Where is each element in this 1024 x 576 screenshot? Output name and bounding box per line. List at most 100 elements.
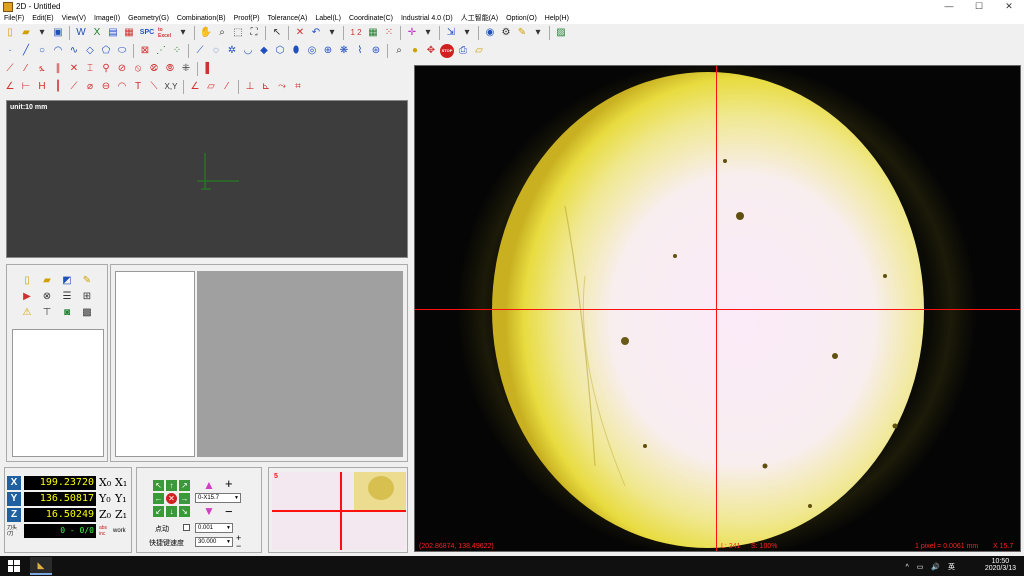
crosshair-icon[interactable]: ✛ — [405, 26, 419, 40]
save-icon[interactable]: ▣ — [51, 26, 65, 40]
windows-start-icon[interactable] — [8, 560, 20, 572]
preview-image[interactable]: 5 — [272, 472, 406, 550]
slope-icon[interactable]: ⁄ — [220, 80, 234, 94]
arrow-up-left-icon[interactable]: ↖ — [153, 480, 164, 491]
dropdown-icon[interactable]: ▾ — [421, 26, 435, 40]
open-element-icon[interactable]: ▰ — [39, 275, 55, 289]
horizontal-dim-icon[interactable]: ⊢ — [19, 80, 33, 94]
pointer-icon[interactable]: ↖ — [270, 26, 284, 40]
globe-icon[interactable]: ◉ — [483, 26, 497, 40]
line-distance-icon[interactable]: ⁄ — [19, 62, 33, 76]
edge-scan-icon[interactable]: ⊛ — [369, 44, 383, 58]
auto-focus-icon[interactable]: ◎ — [305, 44, 319, 58]
width-icon[interactable]: ⌶ — [83, 62, 97, 76]
menu-view[interactable]: View(V) — [58, 13, 90, 24]
dropdown-icon[interactable]: ▾ — [531, 26, 545, 40]
vertical-dim-icon[interactable]: ┃ — [51, 80, 65, 94]
slot-icon[interactable]: ⬭ — [115, 44, 129, 58]
cad-canvas[interactable]: unit:10 mm — [6, 100, 408, 258]
new-file-icon[interactable]: ▯ — [3, 26, 17, 40]
stop-motion-icon[interactable]: ✕ — [166, 493, 177, 504]
dropdown-icon[interactable]: ▾ — [35, 26, 49, 40]
menu-option[interactable]: Option(O) — [502, 13, 541, 24]
menu-ai[interactable]: 人工智能(A) — [457, 13, 502, 24]
arc-edge-icon[interactable]: ◡ — [241, 44, 255, 58]
brush-icon[interactable]: ✎ — [79, 275, 95, 289]
menu-coordinate[interactable]: Coordinate(C) — [345, 13, 397, 24]
system-tray[interactable]: ^ ▭ 🔊 英 — [906, 562, 958, 572]
angle-icon[interactable]: ∠ — [3, 80, 17, 94]
zoom-out-button[interactable]: − — [225, 504, 233, 519]
line-icon[interactable]: ╱ — [19, 44, 33, 58]
x-zero-button[interactable]: X₀ — [99, 476, 113, 489]
menu-industrial[interactable]: Industrial 4.0 (D) — [397, 13, 457, 24]
spc-button[interactable]: SPC — [138, 26, 156, 40]
work-button[interactable]: work — [113, 528, 126, 534]
dropdown-icon[interactable]: ▾ — [176, 26, 190, 40]
fit-view-icon[interactable]: ⛶ — [247, 26, 261, 40]
angle-tolerance-icon[interactable]: ∠ — [188, 80, 202, 94]
zoom-select[interactable]: 0-X15.7 — [195, 493, 241, 503]
close-button[interactable]: ✕ — [994, 0, 1024, 13]
image-export-icon[interactable]: ▤ — [106, 26, 120, 40]
taskbar-app-icon[interactable]: ◣ — [30, 557, 52, 575]
export-icon[interactable]: ⇲ — [444, 26, 458, 40]
leader-icon[interactable]: ⟍ — [147, 80, 161, 94]
curve-icon[interactable]: ∿ — [67, 44, 81, 58]
insert-icon[interactable]: ⊤ — [39, 307, 55, 321]
menu-image[interactable]: Image(I) — [90, 13, 124, 24]
menu-proof[interactable]: Proof(P) — [230, 13, 264, 24]
step-select[interactable]: 0.001 — [195, 523, 233, 533]
distance-icon[interactable]: ⟋ — [3, 62, 17, 76]
to-excel-button[interactable]: to Excel — [158, 26, 174, 40]
zoom-window-icon[interactable]: ⬚ — [231, 26, 245, 40]
maximize-button[interactable]: ☐ — [964, 0, 994, 13]
network-icon[interactable]: ⚙ — [499, 26, 513, 40]
z-zero-button[interactable]: Z₀ — [99, 508, 113, 521]
contour-icon[interactable]: ❋ — [337, 44, 351, 58]
list-edit-icon[interactable]: ☰ — [59, 291, 75, 305]
diamond-edge-icon[interactable]: ◆ — [257, 44, 271, 58]
speed-minus-button[interactable]: − — [236, 541, 241, 551]
coordinate-shift-icon[interactable]: ⌗ — [291, 80, 305, 94]
menu-label[interactable]: Label(L) — [311, 13, 345, 24]
arrow-down-left-icon[interactable]: ↙ — [153, 506, 164, 517]
xy-coordinate-button[interactable]: X,Y — [163, 80, 179, 94]
line-edge-icon[interactable]: ⟋ — [193, 44, 207, 58]
auto-measure-icon[interactable]: ⊠ — [138, 44, 152, 58]
zoom-in-button[interactable]: + — [225, 476, 233, 491]
two-circles-icon[interactable]: ⦾ — [163, 62, 177, 76]
result-list[interactable] — [115, 271, 195, 457]
run-icon[interactable]: ▶ — [19, 291, 35, 305]
diameter-icon[interactable]: ⌀ — [83, 80, 97, 94]
z-up-icon[interactable]: ▲ — [203, 478, 215, 492]
flatness-icon[interactable]: ⏥ — [204, 80, 218, 94]
arc-length-icon[interactable]: ◠ — [115, 80, 129, 94]
text-label-icon[interactable]: T — [131, 80, 145, 94]
printer-icon[interactable]: ⎙ — [456, 44, 470, 58]
point-line-icon[interactable]: ⦩ — [35, 62, 49, 76]
multi-point-icon[interactable]: ⁘ — [170, 44, 184, 58]
menu-tolerance[interactable]: Tolerance(A) — [264, 13, 312, 24]
menu-help[interactable]: Help(H) — [541, 13, 573, 24]
menu-file[interactable]: File(F) — [0, 13, 28, 24]
numbering-button[interactable]: 1 2 — [348, 26, 364, 40]
magnifier-icon[interactable]: ⌕ — [392, 44, 406, 58]
light-bulb-icon[interactable]: ● — [408, 44, 422, 58]
radius-icon[interactable]: ⊖ — [99, 80, 113, 94]
shape-edge-icon[interactable]: ⬡ — [273, 44, 287, 58]
excel-icon[interactable]: X — [90, 26, 104, 40]
edit-note-icon[interactable]: ✎ — [515, 26, 529, 40]
camera-view[interactable]: (202.86874, 138.49622) L: 241 S: 100% 1 … — [414, 65, 1021, 552]
circle-edge-icon[interactable]: ◌ — [209, 44, 223, 58]
delete-icon[interactable]: ✕ — [293, 26, 307, 40]
center-icon[interactable]: ⁜ — [179, 62, 193, 76]
screen-icon[interactable]: ▩ — [79, 307, 95, 321]
open-folder-icon[interactable]: ▰ — [19, 26, 33, 40]
arrow-up-right-icon[interactable]: ↗ — [179, 480, 190, 491]
move-icon[interactable]: ✥ — [424, 44, 438, 58]
word-icon[interactable]: W — [74, 26, 88, 40]
edge-find-icon[interactable]: ⋰ — [154, 44, 168, 58]
menu-combination[interactable]: Combination(B) — [173, 13, 230, 24]
grid-view-icon[interactable]: ⊞ — [79, 291, 95, 305]
